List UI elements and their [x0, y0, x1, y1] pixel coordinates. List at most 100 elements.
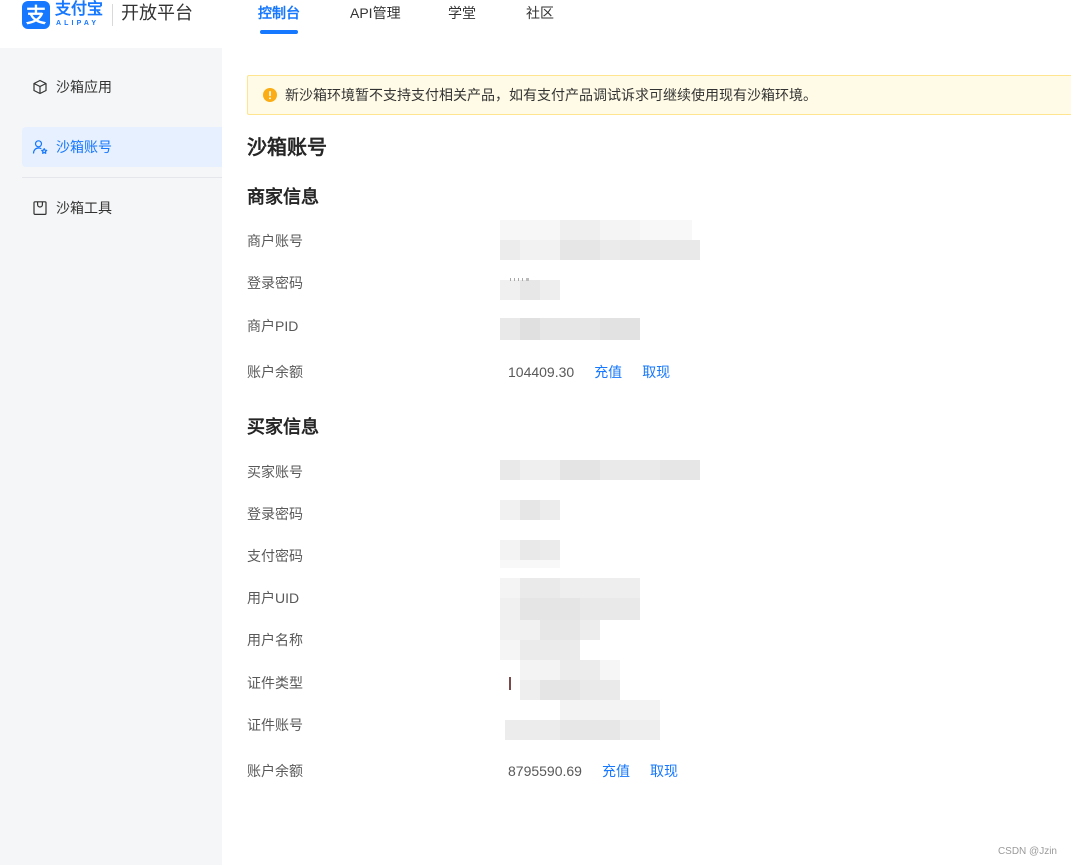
mosaic-cell — [500, 598, 520, 620]
buyer-account-row: 买家账号 — [247, 460, 1047, 483]
alipay-logo[interactable]: 支 支付宝 ALIPAY — [0, 0, 110, 32]
alipay-logo-icon: 支 — [22, 1, 50, 29]
notice-text: 新沙箱环境暂不支持支付相关产品，如有支付产品调试诉求可继续使用现有沙箱环境。 — [285, 87, 817, 103]
mosaic-cell — [580, 598, 640, 620]
sidebar-item-label: 沙箱工具 — [56, 200, 112, 216]
logo-divider — [112, 4, 113, 26]
field-label: 证件账号 — [247, 717, 303, 733]
sidebar-item-label: 沙箱应用 — [56, 79, 112, 95]
mosaic-cell — [620, 720, 660, 740]
merchant-account-row: 商户账号 — [247, 220, 1047, 260]
balance-value-group: 8795590.69 充值 取现 — [508, 760, 678, 782]
mosaic-cell — [500, 500, 520, 520]
mosaic-cell — [540, 680, 580, 700]
mosaic-cell — [600, 220, 640, 240]
nav-active-indicator — [260, 30, 298, 34]
product-name: 开放平台 — [121, 3, 193, 23]
mosaic-cell — [520, 240, 560, 260]
field-label: 账户余额 — [247, 364, 303, 380]
mosaic-cell — [522, 278, 523, 281]
mosaic-cell — [505, 720, 560, 740]
buyer-balance-row: 账户余额 8795590.69 充值 取现 — [247, 760, 1047, 782]
mosaic-cell — [500, 578, 520, 598]
mosaic-cell — [500, 460, 520, 480]
merchant-section-title: 商家信息 — [247, 187, 319, 207]
recharge-link[interactable]: 充值 — [594, 361, 622, 383]
mosaic-cell — [560, 240, 600, 260]
buyer-id-type-row: 证件类型 — [247, 660, 1047, 700]
mosaic-cell — [600, 460, 660, 480]
mosaic-cell — [514, 278, 515, 281]
mosaic-cell — [509, 677, 511, 690]
mosaic-cell — [500, 280, 520, 300]
mosaic-cell — [510, 278, 511, 281]
toolbag-icon — [32, 200, 48, 216]
page-title: 沙箱账号 — [247, 137, 327, 159]
nav-api-management[interactable]: API管理 — [350, 3, 401, 23]
mosaic-cell — [600, 660, 620, 680]
nav-academy[interactable]: 学堂 — [448, 3, 476, 23]
withdraw-link[interactable]: 取现 — [642, 361, 670, 383]
notice-banner: 新沙箱环境暂不支持支付相关产品，如有支付产品调试诉求可继续使用现有沙箱环境。 — [247, 75, 1071, 115]
field-label: 商户账号 — [247, 233, 303, 249]
mosaic-cell — [540, 540, 560, 560]
mosaic-cell — [526, 278, 529, 281]
mosaic-cell — [520, 660, 560, 680]
mosaic-cell — [520, 500, 540, 520]
balance-value-group: 104409.30 充值 取现 — [508, 361, 670, 383]
mosaic-cell — [540, 620, 580, 640]
mosaic-cell — [560, 660, 600, 680]
merchant-password-row: 登录密码 — [247, 272, 1047, 300]
mosaic-cell — [540, 318, 600, 340]
field-label: 用户名称 — [247, 632, 303, 648]
mosaic-cell — [500, 620, 540, 640]
mosaic-cell — [500, 560, 560, 568]
field-label: 登录密码 — [247, 275, 303, 291]
mosaic-cell — [520, 318, 540, 340]
top-header: 支 支付宝 ALIPAY 开放平台 控制台 API管理 学堂 社区 — [0, 0, 1071, 48]
field-label: 商户PID — [247, 318, 299, 334]
mosaic-cell — [560, 220, 600, 240]
field-label: 用户UID — [247, 590, 300, 606]
user-icon — [32, 139, 48, 155]
buyer-pay-password-row: 支付密码 — [247, 540, 1047, 568]
mosaic-cell — [520, 680, 540, 700]
mosaic-cell — [500, 318, 520, 340]
sidebar-divider — [22, 177, 222, 178]
nav-community[interactable]: 社区 — [526, 3, 554, 23]
recharge-link[interactable]: 充值 — [602, 760, 630, 782]
mosaic-cell — [600, 318, 640, 340]
withdraw-link[interactable]: 取现 — [650, 760, 678, 782]
mosaic-cell — [520, 578, 560, 598]
mosaic-cell — [560, 460, 600, 480]
field-label: 账户余额 — [247, 763, 303, 779]
field-label: 登录密码 — [247, 506, 303, 522]
field-label: 支付密码 — [247, 548, 303, 564]
mosaic-cell — [520, 540, 540, 560]
cube-icon — [32, 79, 48, 95]
nav-console[interactable]: 控制台 — [258, 3, 300, 23]
mosaic-cell — [540, 280, 560, 300]
mosaic-cell — [640, 220, 692, 240]
mosaic-cell — [500, 220, 560, 240]
main-content: 新沙箱环境暂不支持支付相关产品，如有支付产品调试诉求可继续使用现有沙箱环境。 沙… — [222, 48, 1071, 865]
sidebar-item-sandbox-accounts[interactable]: 沙箱账号 — [22, 127, 222, 167]
mosaic-cell — [560, 700, 660, 720]
field-label: 证件类型 — [247, 675, 303, 691]
sidebar-item-label: 沙箱账号 — [56, 139, 112, 155]
mosaic-cell — [620, 240, 700, 260]
buyer-login-password-row: 登录密码 — [247, 500, 1047, 525]
mosaic-cell — [520, 640, 580, 660]
sidebar-item-sandbox-tools[interactable]: 沙箱工具 — [22, 188, 222, 228]
logo-name: 支付宝 — [55, 1, 104, 18]
mosaic-cell — [518, 278, 519, 281]
warning-circle-icon — [263, 88, 277, 102]
merchant-balance-row: 账户余额 104409.30 充值 取现 — [247, 361, 1047, 383]
mosaic-cell — [520, 460, 560, 480]
mosaic-cell — [520, 598, 580, 620]
merchant-pid-row: 商户PID — [247, 315, 1047, 340]
buyer-section-title: 买家信息 — [247, 417, 319, 437]
buyer-uid-row: 用户UID — [247, 578, 1047, 620]
sidebar-item-sandbox-apps[interactable]: 沙箱应用 — [22, 67, 222, 107]
mosaic-cell — [540, 500, 560, 520]
